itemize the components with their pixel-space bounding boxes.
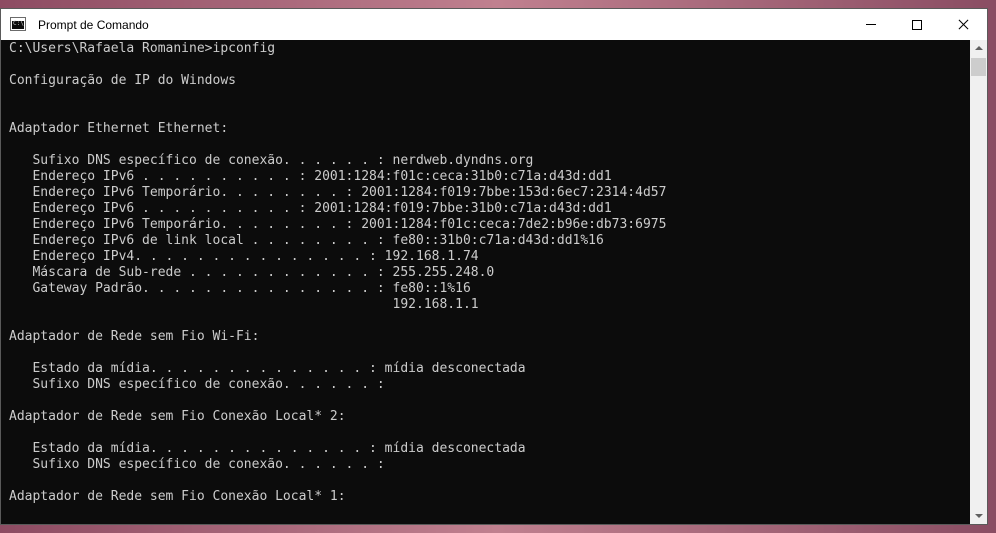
console-line: Endereço IPv6 Temporário. . . . . . . . … <box>9 185 667 200</box>
console-line: C:\Users\Rafaela Romanine>ipconfig <box>9 41 276 56</box>
console-line: Endereço IPv6 . . . . . . . . . . : 2001… <box>9 169 612 184</box>
console-line: Endereço IPv4. . . . . . . . . . . . . .… <box>9 249 479 264</box>
console-output[interactable]: C:\Users\Rafaela Romanine>ipconfig Config… <box>1 40 970 524</box>
window-title: Prompt de Comando <box>38 18 149 32</box>
console-line: Gateway Padrão. . . . . . . . . . . . . … <box>9 281 471 296</box>
console-line: Configuração de IP do Windows <box>9 73 236 88</box>
console-line: Estado da mídia. . . . . . . . . . . . .… <box>9 361 526 376</box>
console-line: Endereço IPv6 Temporário. . . . . . . . … <box>9 217 667 232</box>
console-line: Sufixo DNS específico de conexão. . . . … <box>9 377 385 392</box>
close-button[interactable] <box>940 9 986 40</box>
console-text: C:\Users\Rafaela Romanine>ipconfig Config… <box>9 41 666 505</box>
console-line: Endereço IPv6 . . . . . . . . . . : 2001… <box>9 201 612 216</box>
scroll-down-button[interactable] <box>970 507 987 524</box>
minimize-button[interactable] <box>848 9 894 40</box>
cmd-icon-screen: C:\ <box>12 20 24 29</box>
console-line: Sufixo DNS específico de conexão. . . . … <box>9 457 385 472</box>
scroll-thumb[interactable] <box>971 58 986 76</box>
title-bar[interactable]: C:\ Prompt de Comando <box>1 9 987 40</box>
console-line: 192.168.1.1 <box>9 297 479 312</box>
console-line: Adaptador Ethernet Ethernet: <box>9 121 229 136</box>
scroll-up-button[interactable] <box>970 40 987 57</box>
console-line: Adaptador de Rede sem Fio Conexão Local*… <box>9 409 346 424</box>
command-prompt-window: C:\ Prompt de Comando C:\Users\Rafaela R… <box>0 8 988 525</box>
console-line: Adaptador de Rede sem Fio Wi-Fi: <box>9 329 260 344</box>
cmd-icon[interactable]: C:\ <box>10 17 26 31</box>
console-line: Endereço IPv6 de link local . . . . . . … <box>9 233 604 248</box>
console-line: Estado da mídia. . . . . . . . . . . . .… <box>9 441 526 456</box>
vertical-scrollbar[interactable] <box>970 40 987 524</box>
console-line: Adaptador de Rede sem Fio Conexão Local*… <box>9 489 346 504</box>
maximize-button[interactable] <box>894 9 940 40</box>
console-line: Sufixo DNS específico de conexão. . . . … <box>9 153 534 168</box>
console-line: Máscara de Sub-rede . . . . . . . . . . … <box>9 265 495 280</box>
cmd-icon-glyph: C:\ <box>13 20 24 27</box>
